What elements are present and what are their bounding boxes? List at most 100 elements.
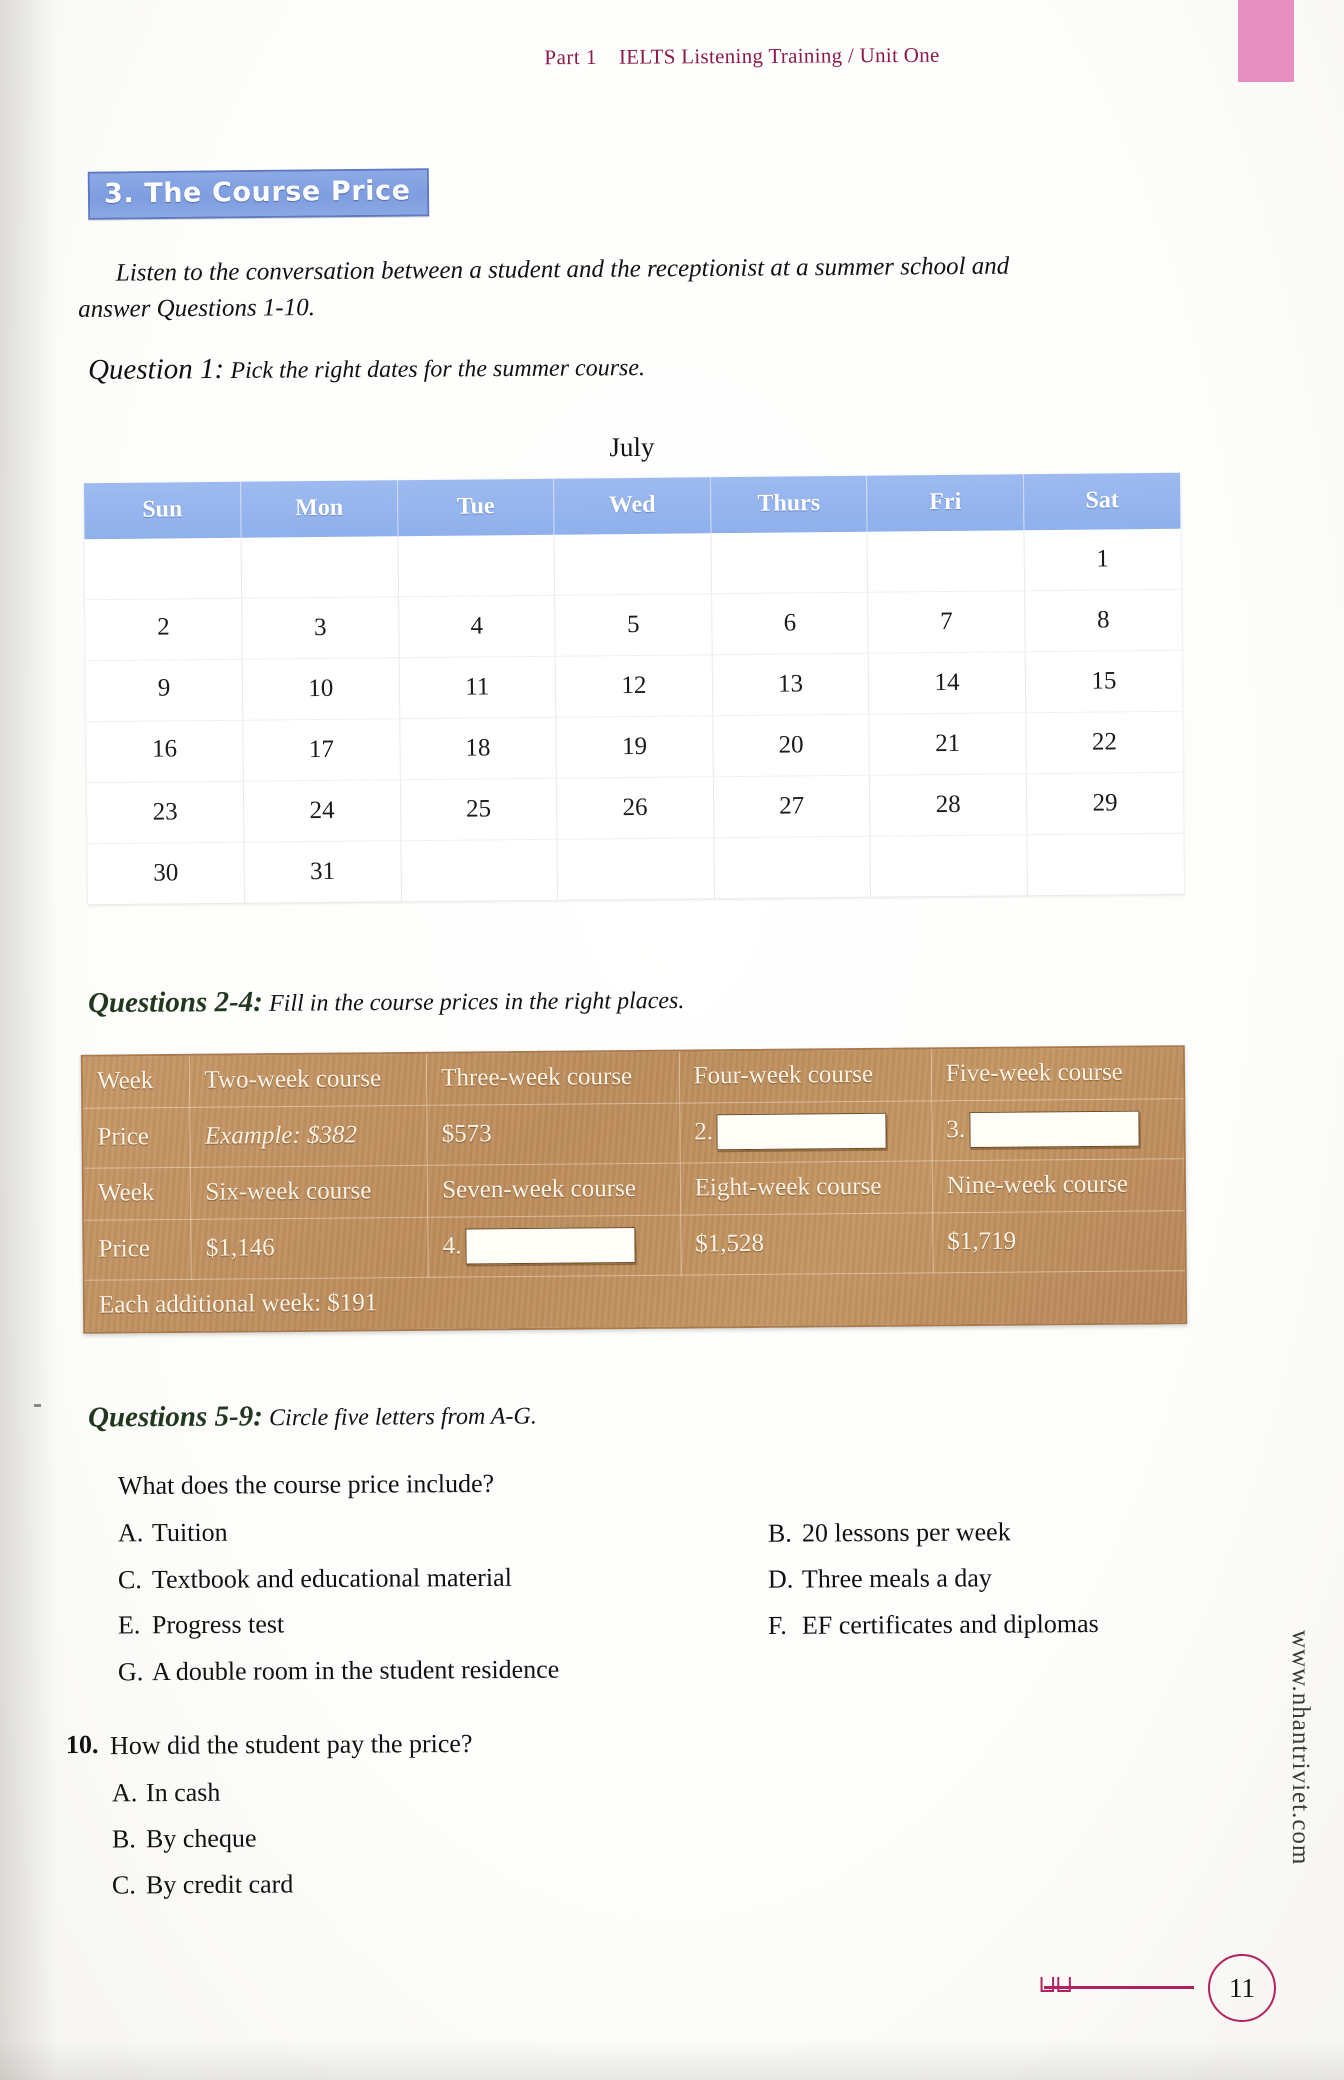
option-c-letter: C.: [117, 1565, 142, 1595]
calendar-cell[interactable]: [557, 837, 715, 900]
running-header-part: Part 1: [544, 44, 598, 70]
price-label-2: Price: [84, 1219, 192, 1281]
calendar-cell[interactable]: 20: [712, 714, 870, 777]
price-additional-week: Each additional week: $191: [98, 1289, 378, 1319]
option-g-text: A double room in the student residence: [151, 1654, 560, 1687]
july-calendar: Sun Mon Tue Wed Thurs Fri Sat 1 2 3 4 5 …: [84, 472, 1184, 905]
calendar-cell[interactable]: 24: [243, 779, 401, 843]
calendar-cell[interactable]: 17: [242, 718, 400, 782]
calendar-cell[interactable]: 23: [86, 781, 245, 844]
calendar-cell[interactable]: [397, 534, 555, 597]
price-head-three-week: Three-week course: [426, 1051, 680, 1106]
calendar-cell[interactable]: 22: [1025, 711, 1183, 774]
price-four-week-blank[interactable]: 2.: [679, 1100, 933, 1164]
calendar-cell[interactable]: 13: [711, 653, 870, 716]
question-10-option-b[interactable]: B. By cheque: [112, 1824, 257, 1855]
calendar-day-thurs: Thurs: [710, 475, 868, 534]
questions-5-9-text: Circle five letters from A-G.: [268, 1403, 537, 1432]
option-c[interactable]: C. Textbook and educational material: [118, 1563, 512, 1595]
calendar-cell[interactable]: 28: [869, 773, 1027, 837]
question-10-option-c[interactable]: C. By credit card: [112, 1869, 293, 1900]
calendar-cell[interactable]: 5: [554, 593, 712, 657]
blank-number-3: 3.: [946, 1116, 966, 1144]
calendar-cell[interactable]: 6: [711, 592, 869, 655]
calendar-cell[interactable]: 3: [241, 596, 399, 660]
calendar-cell[interactable]: 21: [869, 712, 1027, 776]
calendar-cell[interactable]: 25: [399, 778, 558, 841]
option-d[interactable]: D. Three meals a day: [768, 1563, 992, 1594]
calendar-cell[interactable]: 29: [1026, 772, 1184, 835]
price-five-week-blank[interactable]: 3.: [931, 1098, 1184, 1161]
option-b[interactable]: B. 20 lessons per week: [768, 1517, 1011, 1548]
answer-blank-4[interactable]: [465, 1226, 636, 1265]
questions-2-4-text: Fill in the course prices in the right p…: [269, 987, 685, 1017]
option-e[interactable]: E. Progress test: [118, 1609, 284, 1640]
calendar-cell[interactable]: 15: [1025, 650, 1183, 713]
price-head-two-week: Two-week course: [189, 1053, 427, 1108]
calendar-cell[interactable]: 9: [85, 657, 243, 720]
calendar-cell[interactable]: 19: [555, 715, 714, 779]
blank-number-4: 4.: [442, 1232, 462, 1260]
question-10-option-a-text: In cash: [145, 1777, 221, 1808]
calendar-cell[interactable]: [554, 533, 712, 596]
answer-blank-3[interactable]: [968, 1110, 1140, 1149]
answer-blank-2[interactable]: [716, 1112, 888, 1151]
calendar-day-fri: Fri: [866, 474, 1024, 532]
section-banner: 3. The Course Price: [87, 168, 429, 220]
option-a-letter: A.: [117, 1518, 144, 1548]
question-10-option-a-letter: A.: [111, 1778, 138, 1808]
calendar-cell[interactable]: 11: [398, 656, 556, 719]
calendar-cell[interactable]: [867, 530, 1025, 593]
calendar-cell[interactable]: 7: [867, 590, 1026, 654]
calendar-cell[interactable]: 27: [713, 775, 871, 838]
intro-text: Listen to the conversation between a stu…: [78, 248, 1079, 328]
price-seven-week-blank[interactable]: 4.: [427, 1215, 681, 1278]
scan-shadow-left: [0, 0, 58, 2080]
calendar-week-row: 2 3 4 5 6 7 8: [85, 589, 1182, 661]
price-value-row-2: Price $1,146 4. $1,528 $1,719: [84, 1210, 1185, 1281]
calendar-cell[interactable]: 4: [398, 595, 556, 658]
calendar-cell[interactable]: [400, 839, 558, 902]
question-1-text: Pick the right dates for the summer cour…: [230, 355, 646, 384]
calendar-cell[interactable]: 26: [556, 776, 714, 840]
calendar-cell[interactable]: 12: [555, 654, 713, 718]
question-10-stem: How did the student pay the price?: [109, 1728, 473, 1761]
option-a[interactable]: A. Tuition: [118, 1518, 228, 1549]
calendar-cell[interactable]: 31: [244, 840, 402, 903]
calendar-month-title: July: [609, 431, 655, 463]
question-10-option-b-letter: B.: [111, 1824, 136, 1854]
price-head-eight-week: Eight-week course: [679, 1160, 933, 1216]
calendar-cell[interactable]: 30: [87, 842, 245, 905]
calendar-day-mon: Mon: [240, 480, 398, 538]
price-head-week-1: Week: [82, 1055, 191, 1109]
calendar-cell[interactable]: [710, 531, 868, 594]
question-10-option-c-text: By credit card: [145, 1869, 294, 1900]
calendar-cell[interactable]: [713, 836, 871, 899]
calendar-cell[interactable]: [241, 536, 399, 599]
calendar-cell[interactable]: 14: [868, 651, 1026, 715]
question-10-number: 10.: [65, 1729, 99, 1760]
calendar-cell[interactable]: 8: [1024, 589, 1182, 652]
calendar-cell[interactable]: 18: [399, 717, 557, 780]
calendar-cell[interactable]: 1: [1023, 528, 1182, 591]
option-f[interactable]: F. EF certificates and diplomas: [768, 1609, 1099, 1641]
intro-line-1: Listen to the conversation between a stu…: [115, 252, 1010, 287]
question-10-option-a[interactable]: A. In cash: [112, 1778, 221, 1809]
calendar-cell[interactable]: 2: [85, 596, 243, 659]
option-a-text: Tuition: [151, 1517, 228, 1548]
option-g[interactable]: G. A double room in the student residence: [118, 1655, 559, 1688]
calendar-cell[interactable]: 16: [86, 718, 244, 781]
calendar-cell[interactable]: [1027, 833, 1184, 895]
calendar-day-sat: Sat: [1023, 472, 1181, 531]
calendar-cell[interactable]: 10: [242, 657, 400, 721]
option-f-letter: F.: [767, 1610, 787, 1641]
calendar-cell[interactable]: [84, 537, 242, 600]
workbook-page: Part 1 IELTS Listening Training / Unit On…: [0, 0, 1344, 2080]
price-nine-week: $1,719: [932, 1210, 1185, 1273]
calendar-week-row: 1: [84, 528, 1182, 600]
calendar-cell[interactable]: [870, 834, 1028, 897]
margin-dash: [34, 1404, 41, 1407]
price-header-row-1: Week Two-week course Three-week course F…: [82, 1047, 1184, 1109]
calendar-week-row: 9 10 11 12 13 14 15: [85, 650, 1183, 722]
footer-rule: [1044, 1986, 1194, 1989]
